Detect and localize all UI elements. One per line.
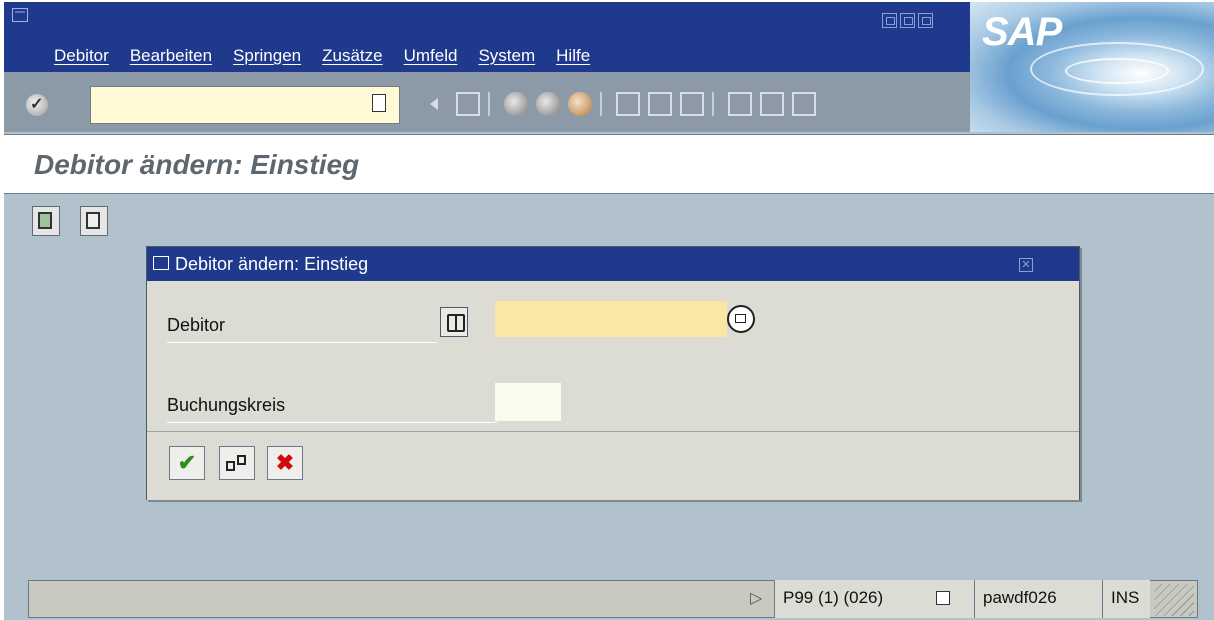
application-toolbar xyxy=(4,194,1214,246)
toolbar-separator xyxy=(712,92,714,116)
binoculars-icon[interactable] xyxy=(440,307,468,337)
maximize-icon[interactable] xyxy=(900,13,915,28)
enter-icon[interactable] xyxy=(26,94,48,116)
master-record-icon[interactable] xyxy=(32,206,60,236)
menu-debitor[interactable]: Debitor xyxy=(54,46,109,66)
command-history-icon[interactable] xyxy=(372,94,386,112)
back-icon[interactable] xyxy=(504,92,528,116)
dialog-title-bar: Debitor ändern: Einstieg ✕ xyxy=(147,247,1079,281)
menu-bearbeiten[interactable]: Bearbeiten xyxy=(130,46,212,66)
title-bar: Debitor ändern: Einstieg xyxy=(4,134,1214,194)
menu-system[interactable]: System xyxy=(478,46,535,66)
find-icon[interactable] xyxy=(648,92,672,116)
continue-button[interactable]: ✔ xyxy=(169,446,205,480)
display-record-icon[interactable] xyxy=(80,206,108,236)
menu-hilfe[interactable]: Hilfe xyxy=(556,46,590,66)
system-info-icon[interactable] xyxy=(936,591,950,605)
sap-window: Debitor Bearbeiten Springen Zusätze Umfe… xyxy=(4,2,1214,620)
cancel-button[interactable]: ✖ xyxy=(267,446,303,480)
menu-zusaetze[interactable]: Zusätze xyxy=(322,46,382,66)
toolbar-separator xyxy=(488,92,490,116)
status-mode[interactable]: INS xyxy=(1102,580,1150,618)
status-expand-icon[interactable]: ▷ xyxy=(750,580,762,618)
buchungskreis-label: Buchungskreis xyxy=(167,395,497,423)
previous-page-icon[interactable] xyxy=(760,92,784,116)
toolbar-separator xyxy=(600,92,602,116)
search-help-icon[interactable] xyxy=(727,305,755,333)
other-entry-button[interactable] xyxy=(219,446,255,480)
sap-logo: SAP xyxy=(970,2,1108,72)
cancel-icon[interactable] xyxy=(568,92,592,116)
status-host: pawdf026 xyxy=(974,580,1102,618)
command-field[interactable] xyxy=(90,86,400,124)
dialog-footer: ✔ ✖ xyxy=(147,431,1079,500)
find-next-icon[interactable] xyxy=(680,92,704,116)
main-menu: Debitor Bearbeiten Springen Zusätze Umfe… xyxy=(54,46,611,66)
exit-icon[interactable] xyxy=(536,92,560,116)
standard-toolbar xyxy=(4,72,970,132)
window-controls xyxy=(882,13,933,28)
save-icon[interactable] xyxy=(456,92,480,116)
page-title: Debitor ändern: Einstieg xyxy=(34,149,360,180)
menu-springen[interactable]: Springen xyxy=(233,46,301,66)
debitor-dialog: Debitor ändern: Einstieg ✕ Debitor Buchu… xyxy=(146,246,1080,500)
print-icon[interactable] xyxy=(616,92,640,116)
first-page-icon[interactable] xyxy=(728,92,752,116)
close-icon[interactable] xyxy=(918,13,933,28)
back-arrow-icon[interactable] xyxy=(424,92,448,116)
minimize-icon[interactable] xyxy=(882,13,897,28)
resize-grip-icon[interactable] xyxy=(1154,584,1194,616)
debitor-input[interactable] xyxy=(495,301,727,337)
menu-umfeld[interactable]: Umfeld xyxy=(404,46,458,66)
buchungskreis-input[interactable] xyxy=(495,383,561,421)
toolbar-icons xyxy=(424,92,824,116)
system-menu-icon[interactable] xyxy=(12,8,28,22)
debitor-label: Debitor xyxy=(167,315,437,343)
dialog-title: Debitor ändern: Einstieg xyxy=(175,254,369,274)
dialog-body: Debitor Buchungskreis xyxy=(147,281,1079,431)
dialog-menu-icon[interactable] xyxy=(153,256,169,270)
dialog-close-icon[interactable]: ✕ xyxy=(1019,258,1033,272)
next-page-icon[interactable] xyxy=(792,92,816,116)
sap-logo-text: SAP xyxy=(982,10,1062,54)
